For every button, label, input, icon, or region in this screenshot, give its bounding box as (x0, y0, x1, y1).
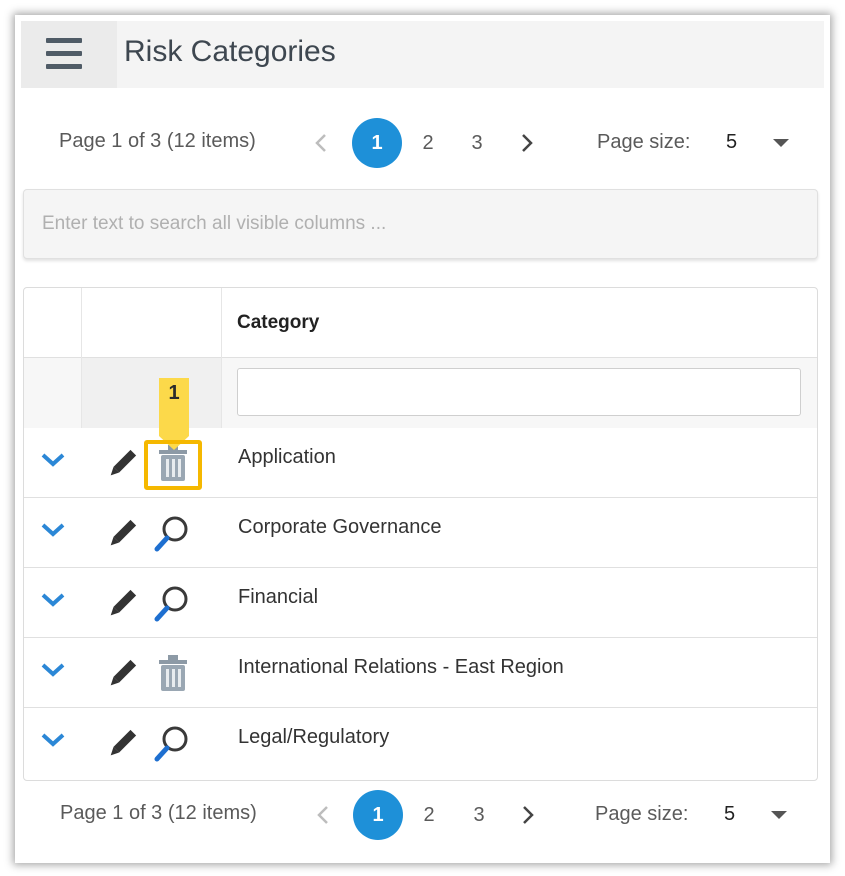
category-filter-input[interactable] (237, 368, 801, 416)
chevron-down-icon[interactable] (773, 139, 789, 147)
magnifier-icon[interactable] (152, 723, 192, 763)
table-row: Application (24, 428, 817, 498)
expand-chevron-icon[interactable] (40, 522, 66, 538)
category-cell: International Relations - East Region (238, 656, 564, 678)
edit-pencil-icon[interactable] (104, 726, 140, 762)
column-divider (81, 288, 82, 428)
next-page-icon[interactable] (515, 129, 539, 157)
column-divider (221, 288, 222, 428)
expand-chevron-icon[interactable] (40, 662, 66, 678)
window-frame: Risk Categories Page 1 of 3 (12 items) 1… (15, 15, 830, 863)
page-size-select[interactable]: 5 (724, 803, 735, 826)
chevron-down-icon[interactable] (771, 811, 787, 819)
category-cell: Legal/Regulatory (238, 726, 390, 748)
pager-summary: Page 1 of 3 (12 items) (60, 802, 257, 824)
page-size-select[interactable]: 5 (726, 131, 737, 154)
filter-row (24, 358, 817, 428)
magnifier-icon[interactable] (152, 513, 192, 553)
pager-summary: Page 1 of 3 (12 items) (59, 130, 256, 152)
page-button-3[interactable]: 3 (452, 118, 502, 168)
category-cell: Financial (238, 586, 319, 608)
pager-top: Page 1 of 3 (12 items) 1 2 3 Page size: … (21, 117, 824, 169)
page-title: Risk Categories (124, 35, 336, 68)
trash-icon[interactable] (156, 654, 190, 692)
edit-pencil-icon[interactable] (104, 516, 140, 552)
magnifier-icon[interactable] (152, 583, 192, 623)
table-row: International Relations - East Region (24, 638, 817, 708)
category-column-header[interactable]: Category (237, 312, 319, 334)
category-cell: Corporate Governance (238, 516, 442, 538)
next-page-icon[interactable] (516, 801, 540, 829)
page-button-2[interactable]: 2 (404, 790, 454, 840)
search-input[interactable] (24, 190, 817, 258)
hamburger-menu-icon[interactable] (21, 21, 117, 88)
search-panel (23, 189, 818, 259)
page-button-1[interactable]: 1 (352, 118, 402, 168)
page-size-label: Page size: (595, 803, 689, 825)
callout-number: 1 (168, 382, 180, 404)
categories-grid: Category Application Corporate Governanc… (23, 287, 818, 781)
filter-cell-actions (82, 358, 221, 428)
risk-categories-panel: Risk Categories Page 1 of 3 (12 items) 1… (21, 21, 824, 857)
category-cell: Application (238, 446, 336, 468)
expand-chevron-icon[interactable] (40, 452, 66, 468)
page-button-3[interactable]: 3 (454, 790, 504, 840)
edit-pencil-icon[interactable] (104, 586, 140, 622)
prev-page-icon[interactable] (309, 129, 333, 157)
edit-pencil-icon[interactable] (104, 656, 140, 692)
table-row: Legal/Regulatory (24, 708, 817, 780)
table-row: Corporate Governance (24, 498, 817, 568)
grid-header-row: Category (24, 288, 817, 358)
highlight-box (144, 440, 202, 490)
page-size-label: Page size: (597, 131, 691, 153)
page-button-1[interactable]: 1 (353, 790, 403, 840)
page-header: Risk Categories (21, 21, 824, 88)
filter-cell-empty (24, 358, 82, 428)
pager-bottom: Page 1 of 3 (12 items) 1 2 3 Page size: … (21, 789, 824, 841)
prev-page-icon[interactable] (311, 801, 335, 829)
page-button-2[interactable]: 2 (403, 118, 453, 168)
table-row: Financial (24, 568, 817, 638)
edit-pencil-icon[interactable] (104, 446, 140, 482)
expand-chevron-icon[interactable] (40, 592, 66, 608)
expand-chevron-icon[interactable] (40, 732, 66, 748)
